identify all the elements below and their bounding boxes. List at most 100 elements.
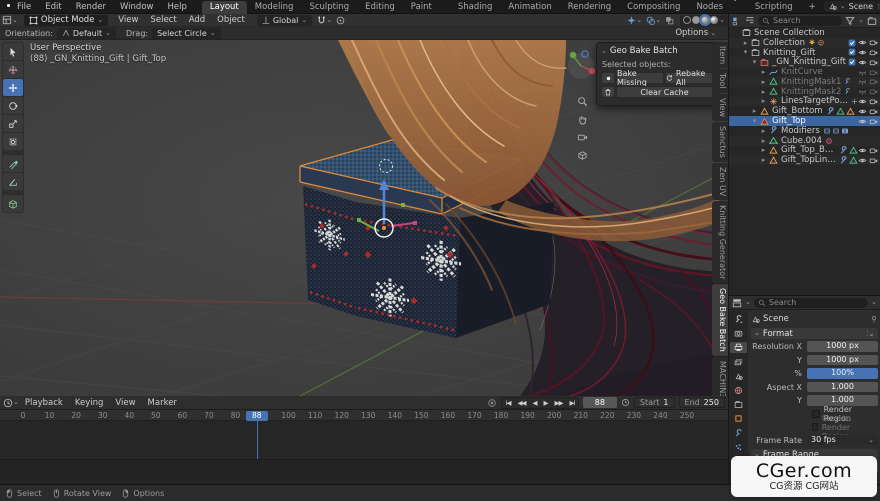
outliner-row[interactable]: ▸KnittingMask1	[729, 77, 880, 87]
outliner-row[interactable]: ▾Gift_Top	[729, 116, 880, 126]
cam-toggle-icon[interactable]	[869, 156, 878, 165]
eye-toggle-icon[interactable]	[858, 58, 867, 67]
timeline-menu-playback[interactable]: Playback	[19, 398, 69, 408]
menu-help[interactable]: Help	[160, 2, 193, 12]
eye-toggle-icon[interactable]	[858, 107, 867, 116]
playhead-line[interactable]	[257, 421, 259, 459]
cam-dim-toggle-icon[interactable]	[869, 87, 878, 96]
eye-toggle-icon[interactable]	[858, 38, 867, 47]
properties-tab-collection[interactable]	[730, 399, 747, 410]
menu-window[interactable]: Window	[113, 2, 161, 12]
field-value[interactable]: 1000 px	[807, 341, 878, 352]
outliner-row[interactable]: ▸Gift_Bottom	[729, 106, 880, 116]
presets-icon[interactable]: ⫶⌄	[866, 329, 875, 339]
expander-icon[interactable]: ▸	[759, 156, 768, 164]
scene-selector[interactable]: ⌄ Scene	[824, 1, 880, 12]
sidebar-tab-view[interactable]: View	[712, 94, 728, 121]
tool-move[interactable]	[3, 79, 23, 96]
menu-file[interactable]: File	[10, 2, 38, 12]
proportional-edit-toggle[interactable]	[336, 16, 345, 25]
format-panel-header[interactable]: ⌄ Format ⫶⌄	[751, 328, 878, 339]
check-toggle-icon[interactable]	[848, 48, 856, 56]
tool-transform[interactable]	[3, 133, 23, 150]
tool-cursor[interactable]	[3, 61, 23, 78]
options-dropdown[interactable]: Options ⌄	[675, 28, 716, 38]
xray-toggle[interactable]	[665, 16, 674, 25]
properties-search-input[interactable]: Search	[754, 298, 868, 308]
expander-icon[interactable]: ▸	[750, 107, 759, 115]
eye-toggle-icon[interactable]	[858, 48, 867, 57]
expander-icon[interactable]: ▸	[759, 88, 768, 96]
expander-icon[interactable]: ▸	[759, 68, 768, 76]
field-value[interactable]: 100%	[807, 368, 878, 379]
check-toggle-icon[interactable]	[848, 39, 856, 47]
drag-mode-dropdown[interactable]: Select Circle ⌄	[152, 28, 221, 39]
orientation-dropdown[interactable]: Global ⌄	[257, 15, 312, 26]
transform-orientation-dropdown[interactable]: Default ⌄	[57, 28, 116, 39]
sidebar-tab-sanctus[interactable]: Sanctus	[712, 122, 728, 162]
properties-tab-world[interactable]	[730, 385, 747, 396]
workspace-tab-texture-paint[interactable]: Texture Paint	[403, 0, 450, 14]
frame-end-pill[interactable]: End 250	[679, 397, 725, 408]
check-toggle-icon[interactable]	[848, 58, 856, 66]
expander-icon[interactable]: ▸	[759, 97, 768, 105]
next-key-button[interactable]: ▶▶	[551, 399, 566, 407]
editor-type-icon[interactable]	[732, 298, 742, 308]
display-mode-icon[interactable]	[732, 16, 742, 26]
expander-icon[interactable]: ▸	[759, 137, 768, 145]
tool-select-box[interactable]	[3, 43, 23, 60]
outliner-row[interactable]: ▾_GN_Knitting_Gift	[729, 57, 880, 67]
jump-start-button[interactable]: Ι◀	[502, 399, 514, 407]
expander-icon[interactable]: ▸	[759, 127, 768, 135]
sidebar-tab-knitting-generator[interactable]: Knitting Generator	[712, 201, 728, 283]
mode-dropdown[interactable]: Object Mode ⌄	[24, 15, 108, 26]
viewport-menu-object[interactable]: Object	[211, 15, 251, 25]
filter-funnel-icon[interactable]	[845, 16, 855, 26]
menu-edit[interactable]: Edit	[38, 2, 68, 12]
new-scene-button[interactable]	[876, 2, 880, 11]
jump-end-button[interactable]: ▶Ι	[566, 399, 578, 407]
timeline-ruler[interactable]: 0102030405060708090100110120130140150160…	[0, 410, 728, 421]
workspace-tab--[interactable]: +	[801, 1, 824, 14]
properties-tab-output[interactable]	[730, 342, 747, 353]
properties-tab-render[interactable]	[730, 328, 747, 339]
shading-wireframe-button[interactable]	[683, 16, 691, 24]
sidebar-tab-zen-uv[interactable]: Zen UV	[712, 163, 728, 200]
expander-icon[interactable]: ▸	[759, 78, 768, 86]
outliner-row[interactable]: ▾Knitting_Gift	[729, 48, 880, 58]
workspace-tab-modeling[interactable]: Modeling	[247, 1, 302, 14]
pan-hand-icon[interactable]	[577, 114, 588, 125]
cam-dim-toggle-icon[interactable]	[869, 68, 878, 77]
tool-scale[interactable]	[3, 115, 23, 132]
workspace-tab-uv-editing[interactable]: UV Editing	[357, 0, 403, 14]
tool-rotate[interactable]	[3, 97, 23, 114]
expander-icon[interactable]: ▾	[741, 48, 750, 56]
new-collection-icon[interactable]	[867, 16, 877, 26]
expander-icon[interactable]: ▾	[750, 58, 759, 66]
frame-rate-dropdown[interactable]: 30 fps ⌄	[807, 435, 878, 446]
eye-toggle-icon[interactable]	[858, 117, 867, 126]
rebake-all-button[interactable]: Rebake All	[665, 72, 713, 84]
zoom-icon[interactable]	[577, 96, 588, 107]
sidebar-tab-tool[interactable]: Tool	[712, 69, 728, 93]
workspace-tab-geometry-nodes[interactable]: Geometry Nodes	[688, 0, 746, 14]
viewport-menu-add[interactable]: Add	[183, 15, 211, 25]
outliner-row[interactable]: ▸Cube.004	[729, 136, 880, 146]
filter-objects-icon[interactable]	[745, 16, 755, 26]
eye-closed-toggle-icon[interactable]	[858, 77, 867, 86]
outliner-row[interactable]: ▸Gift_Top_Bow	[729, 146, 880, 156]
viewport-3d[interactable]: User Perspective (88) _GN_Knitting_Gift …	[0, 40, 728, 396]
expander-icon[interactable]: ▸	[741, 39, 750, 47]
outliner-search-input[interactable]: Search	[758, 16, 842, 26]
sidebar-tab-item[interactable]: Item	[712, 42, 728, 68]
outliner-row[interactable]: ▸KnitCurve	[729, 67, 880, 77]
timeline-menu-view[interactable]: View	[109, 398, 141, 408]
cam-toggle-icon[interactable]	[869, 107, 878, 116]
sidebar-tab-machin3[interactable]: MACHIN3	[712, 357, 728, 396]
outliner-row[interactable]: Scene Collection	[729, 28, 880, 38]
cam-toggle-icon[interactable]	[869, 38, 878, 47]
camera-view-icon[interactable]	[577, 132, 588, 143]
play-button[interactable]: ▶	[540, 399, 551, 407]
snap-toggle[interactable]: ⌄	[317, 16, 332, 25]
expander-icon[interactable]: ▸	[759, 146, 768, 154]
